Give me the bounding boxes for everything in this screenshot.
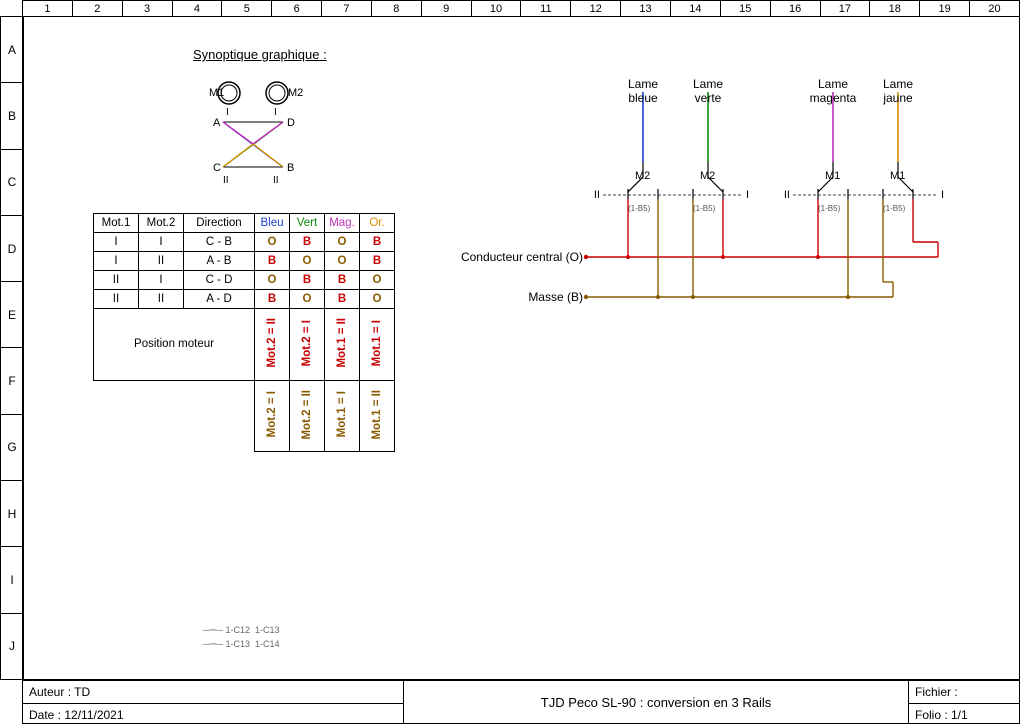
svg-text:D: D [287,117,295,129]
synoptique-heading: Synoptique graphique : [193,47,327,62]
svg-text:M1: M1 [890,170,905,182]
cond-brown-3: Mot.1 = II [371,384,383,446]
conductor-o: Conducteur central (O) [443,250,583,264]
svg-text:II: II [784,189,790,201]
cond-brown-2: Mot.1 = I [336,385,348,443]
folio-label: Folio : 1/1 [909,704,1019,726]
svg-text:I: I [226,107,229,118]
grid-columns: 1234567891011121314151617181920 [22,0,1020,17]
lame-magenta: Lamemagenta [803,77,863,105]
title-block: Auteur : TD Date : 12/11/2021 TJD Peco S… [22,680,1020,724]
th-vert: Vert [290,214,325,233]
masse-b: Masse (B) [483,290,583,304]
svg-text:I: I [941,189,944,201]
svg-text:B: B [287,162,294,174]
th-dir: Direction [184,214,255,233]
file-label: Fichier : [909,681,1019,704]
cond-red-2: Mot.1 = II [336,312,348,374]
svg-text:M1: M1 [209,87,224,99]
cond-brown-0: Mot.2 = I [266,385,278,443]
drawing-area: Synoptique graphique : M1 M2 I I A D C B… [22,16,1020,680]
date: Date : 12/11/2021 [23,704,403,726]
svg-text:I: I [746,189,749,201]
grid-rows: ABCDEFGHIJ [0,16,24,680]
svg-text:M2: M2 [288,87,303,99]
th-bleu: Bleu [255,214,290,233]
svg-text:M2: M2 [635,170,650,182]
svg-text:II: II [273,175,279,186]
cond-brown-1: Mot.2 = II [301,384,313,446]
th-or: Or. [360,214,395,233]
svg-text:M2: M2 [700,170,715,182]
svg-text:II: II [594,189,600,201]
svg-text:II: II [223,175,229,186]
svg-text:A: A [213,117,221,129]
lame-jaune: Lamejaune [868,77,928,105]
footer-label: Position moteur [94,309,255,381]
svg-text:(1-B5): (1-B5) [628,204,651,213]
cond-red-3: Mot.1 = I [371,314,383,372]
legend-symbols: ─⎓─ 1-C12 1-C13 ─⎓─ 1-C13 1-C14 [203,623,279,651]
lame-bleue: Lamebleue [613,77,673,105]
th-mag: Mag. [325,214,360,233]
author: Auteur : TD [23,681,403,704]
svg-text:(1-B5): (1-B5) [883,204,906,213]
th-mot2: Mot.2 [139,214,184,233]
cond-red-1: Mot.2 = I [301,314,313,372]
svg-text:(1-B5): (1-B5) [818,204,841,213]
truth-table: Mot.1 Mot.2 Direction Bleu Vert Mag. Or.… [93,213,395,452]
drawing-title: TJD Peco SL-90 : conversion en 3 Rails [404,681,909,723]
cond-red-0: Mot.2 = II [266,312,278,374]
schematic: II I II I M2 M2 M1 M1 (1-B5) (1-B5) (1-B… [453,77,993,337]
svg-text:I: I [274,107,277,118]
synoptique-graphic: M1 M2 I I A D C B II II [193,77,313,187]
th-mot1: Mot.1 [94,214,139,233]
svg-text:(1-B5): (1-B5) [693,204,716,213]
svg-text:M1: M1 [825,170,840,182]
svg-text:C: C [213,162,221,174]
lame-verte: Lameverte [678,77,738,105]
